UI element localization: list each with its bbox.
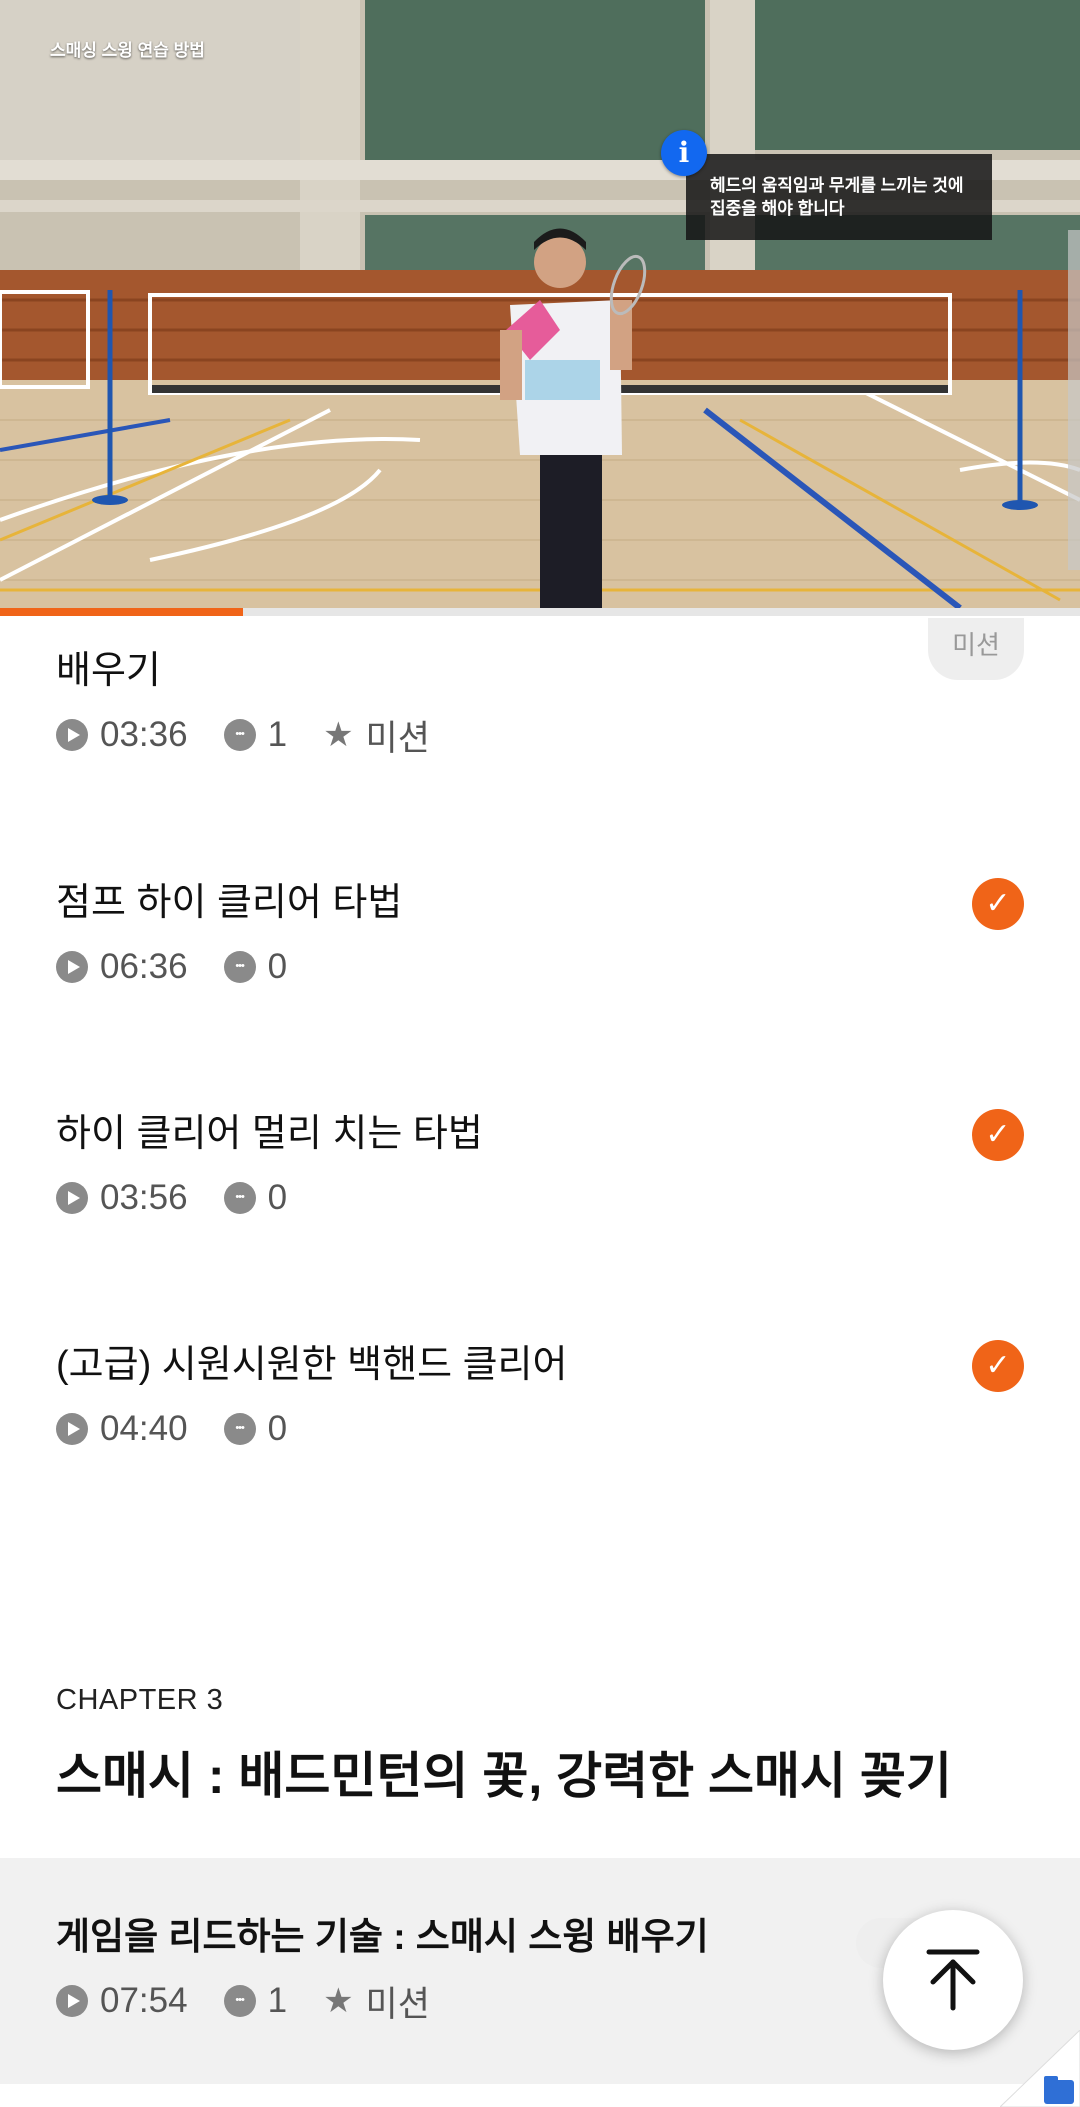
star-icon: ★: [323, 716, 354, 754]
lesson-title: (고급) 시원시원한 백핸드 클리어: [56, 1344, 568, 1386]
check-icon: ✓: [972, 878, 1024, 930]
list-item[interactable]: 점프 하이 클리어 타법 06:36 0 ✓: [56, 878, 1024, 988]
arrow-up-icon: [926, 1949, 980, 2011]
lesson-meta: 03:56 0: [56, 1177, 1024, 1219]
lesson-mission-label: 미션: [365, 718, 430, 758]
lesson-title: 게임을 리드하는 기술 : 스매시 스윙 배우기: [56, 1916, 709, 1957]
video-frame: [0, 0, 1080, 608]
lesson-meta: 04:40 0: [56, 1408, 1024, 1450]
lesson-comment-count: 1: [267, 715, 288, 754]
chapter-title: 스매시 : 배드민턴의 꽃, 강력한 스매시 꽂기: [56, 1748, 952, 1804]
play-icon: [56, 719, 88, 751]
comment-icon: [223, 1182, 256, 1214]
lesson-comment-count: 0: [267, 1178, 288, 1217]
lesson-title: 하이 클리어 멀리 치는 타법: [56, 1113, 483, 1155]
list-item[interactable]: (고급) 시원시원한 백핸드 클리어 04:40 0 ✓: [56, 1340, 1024, 1450]
page-corner-icon[interactable]: [1000, 2030, 1080, 2107]
list-item[interactable]: 하이 클리어 멀리 치는 타법 03:56 0 ✓: [56, 1109, 1024, 1219]
play-icon: [56, 1985, 88, 2017]
scroll-to-top-button[interactable]: [883, 1910, 1023, 2050]
play-icon: [56, 1413, 88, 1445]
lesson-title: 점프 하이 클리어 타법: [56, 882, 403, 924]
play-icon: [56, 951, 88, 983]
lesson-mission-label: 미션: [365, 1984, 430, 2024]
overlay-note-line2: 집중을 해야 합니다: [710, 199, 845, 218]
overlay-note-line1: 헤드의 움직임과 무게를 느끼는 것에: [710, 176, 964, 195]
lesson-meta: 07:54 1 ★ 미션: [56, 1980, 1024, 2024]
video-player[interactable]: 스매싱 스윙 연습 방법 헤드의 움직임과 무게를 느끼는 것에 집중을 해야 …: [0, 0, 1080, 608]
list-item[interactable]: 배우기 03:36 1 ★ 미션: [56, 648, 1024, 758]
lesson-duration: 06:36: [100, 947, 188, 986]
check-icon: ✓: [972, 1340, 1024, 1392]
check-icon: ✓: [972, 1109, 1024, 1161]
video-progress-fill: [0, 608, 243, 616]
lesson-title: 배우기: [56, 650, 161, 692]
lesson-comment-count: 0: [267, 947, 288, 986]
info-icon[interactable]: i: [661, 130, 707, 176]
comment-icon: [223, 1413, 256, 1445]
star-icon: ★: [323, 1982, 354, 2020]
comment-icon: [223, 951, 256, 983]
video-progress-bar[interactable]: [0, 608, 1080, 616]
lesson-duration: 03:36: [100, 715, 188, 754]
video-overlay-note: 헤드의 움직임과 무게를 느끼는 것에 집중을 해야 합니다: [686, 154, 992, 240]
lesson-comment-count: 0: [267, 1409, 288, 1448]
lesson-duration: 03:56: [100, 1178, 188, 1217]
lesson-meta: 03:36 1 ★ 미션: [56, 714, 1024, 758]
lesson-duration: 07:54: [100, 1981, 188, 2020]
comment-icon: [223, 1985, 256, 2017]
chapter-label: CHAPTER 3: [56, 1684, 224, 1716]
lesson-meta: 06:36 0: [56, 946, 1024, 988]
current-lesson[interactable]: 게임을 리드하는 기술 : 스매시 스윙 배우기 07:54 1 ★ 미션: [56, 1914, 1024, 2024]
comment-icon: [223, 719, 256, 751]
lesson-comment-count: 1: [267, 1981, 288, 2020]
play-icon: [56, 1182, 88, 1214]
lesson-duration: 04:40: [100, 1409, 188, 1448]
video-title: 스매싱 스윙 연습 방법: [50, 41, 205, 60]
